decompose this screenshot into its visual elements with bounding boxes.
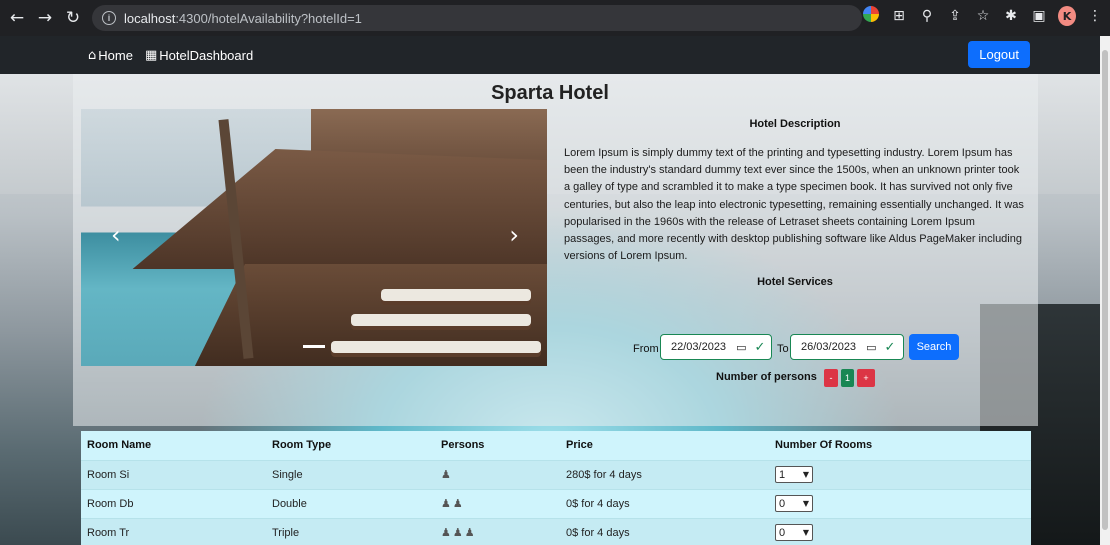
table-row: Room Db Double ♟♟ 0$ for 4 days 0 ▼ — [81, 488, 1031, 518]
nav-dashboard-label: HotelDashboard — [159, 47, 254, 63]
carousel-indicator[interactable] — [303, 345, 325, 348]
person-icon: ♟ — [441, 468, 453, 481]
site-info-icon[interactable]: i — [102, 11, 116, 25]
from-date-value: 22/03/2023 — [671, 341, 727, 353]
rooms-count-select[interactable]: 1 ▼ — [775, 466, 813, 483]
nav-home-link[interactable]: ⌂ Home — [88, 48, 133, 63]
carousel-lounger — [331, 341, 541, 353]
room-price: 0$ for 4 days — [560, 517, 769, 545]
room-price: 0$ for 4 days — [560, 488, 769, 518]
nav-dashboard-link[interactable]: ▦ HotelDashboard — [145, 48, 253, 63]
back-icon[interactable]: ← — [6, 8, 28, 28]
carousel-next-icon[interactable]: › — [509, 221, 519, 249]
room-name: Room Tr — [81, 517, 266, 545]
app-navbar: ⌂ Home ▦ HotelDashboard Logout — [0, 36, 1100, 74]
url-host: localhost — [124, 10, 176, 26]
carousel-roof — [133, 149, 547, 269]
browser-toolbar: ⊞ ⚲ ⇪ ☆ ✱ ▣ K ⋮ — [862, 6, 1104, 26]
room-type: Double — [266, 488, 435, 518]
profile-avatar[interactable]: K — [1058, 6, 1076, 26]
person-icon: ♟♟ — [441, 497, 465, 510]
rooms-table: Room Name Room Type Persons Price Number… — [81, 431, 1031, 545]
extensions-icon[interactable]: ✱ — [1002, 8, 1020, 24]
share-icon[interactable]: ⇪ — [946, 8, 964, 24]
rooms-count-value: 0 — [779, 526, 786, 539]
chevron-down-icon: ▼ — [802, 470, 809, 479]
room-type: Triple — [266, 517, 435, 545]
description-heading: Hotel Description — [749, 118, 841, 130]
description-text: Lorem Ipsum is simply dummy text of the … — [564, 147, 1024, 263]
carousel-lounger — [381, 289, 531, 301]
room-type: Single — [266, 459, 435, 489]
to-date-input[interactable]: 26/03/2023 ▭ ✓ — [790, 334, 904, 360]
browser-menu-icon[interactable]: ⋮ — [1086, 8, 1104, 24]
scrollbar-thumb[interactable] — [1102, 50, 1108, 530]
table-row: Room Tr Triple ♟♟♟ 0$ for 4 days 0 ▼ — [81, 517, 1031, 545]
rooms-count-select[interactable]: 0 ▼ — [775, 524, 813, 542]
col-room-name: Room Name — [81, 431, 266, 460]
browser-chrome: ← → ↻ i localhost:4300/hotelAvailability… — [0, 0, 1110, 36]
col-price: Price — [560, 431, 769, 460]
page-scrollbar[interactable] — [1100, 36, 1110, 545]
persons-label: Number of persons — [716, 371, 817, 383]
valid-check-icon: ✓ — [754, 339, 766, 355]
forward-icon[interactable]: → — [34, 8, 56, 28]
rooms-count-value: 0 — [779, 497, 786, 510]
from-date-input[interactable]: 22/03/2023 ▭ ✓ — [660, 334, 772, 360]
search-button[interactable]: Search — [909, 334, 959, 360]
zoom-icon[interactable]: ⚲ — [918, 8, 936, 24]
increment-persons-button[interactable]: + — [857, 369, 875, 387]
logout-button[interactable]: Logout — [968, 41, 1030, 68]
calendar-icon[interactable]: ▭ — [736, 341, 746, 354]
google-icon[interactable] — [862, 6, 880, 26]
to-date-value: 26/03/2023 — [801, 341, 857, 353]
calendar-icon[interactable]: ▭ — [866, 341, 876, 354]
from-label: From — [633, 343, 659, 355]
rooms-count-select[interactable]: 0 ▼ — [775, 495, 813, 512]
address-bar[interactable]: i localhost:4300/hotelAvailability?hotel… — [92, 5, 862, 31]
col-persons: Persons — [435, 431, 560, 460]
nav-home-label: Home — [98, 47, 133, 63]
hotel-image-carousel[interactable]: ‹ › — [81, 109, 547, 366]
table-row: Room Si Single ♟ 280$ for 4 days 1 ▼ — [81, 459, 1031, 489]
valid-check-icon: ✓ — [884, 339, 896, 355]
decrement-persons-button[interactable]: - — [824, 369, 838, 387]
person-icon: ♟♟♟ — [441, 526, 477, 540]
room-price: 280$ for 4 days — [560, 459, 769, 489]
reload-icon[interactable]: ↻ — [62, 8, 84, 28]
carousel-lounger — [351, 314, 531, 326]
room-name: Room Db — [81, 488, 266, 518]
chevron-down-icon: ▼ — [802, 528, 809, 538]
carousel-prev-icon[interactable]: ‹ — [111, 221, 121, 249]
col-room-type: Room Type — [266, 431, 435, 460]
persons-count: 1 — [841, 369, 854, 387]
chevron-down-icon: ▼ — [802, 499, 809, 508]
url-path: :4300/hotelAvailability?hotelId=1 — [175, 10, 362, 26]
rooms-count-value: 1 — [779, 468, 786, 481]
hotel-title: Sparta Hotel — [491, 82, 609, 104]
home-icon: ⌂ — [88, 47, 97, 63]
to-label: To — [777, 343, 789, 355]
hotel-icon: ▦ — [144, 47, 158, 63]
col-number-of-rooms: Number Of Rooms — [769, 431, 1031, 460]
room-name: Room Si — [81, 459, 266, 489]
services-heading: Hotel Services — [757, 276, 833, 288]
bookmark-star-icon[interactable]: ☆ — [974, 8, 992, 24]
translate-icon[interactable]: ⊞ — [890, 8, 908, 24]
sidepanel-icon[interactable]: ▣ — [1030, 8, 1048, 24]
table-header-row: Room Name Room Type Persons Price Number… — [81, 431, 1031, 460]
